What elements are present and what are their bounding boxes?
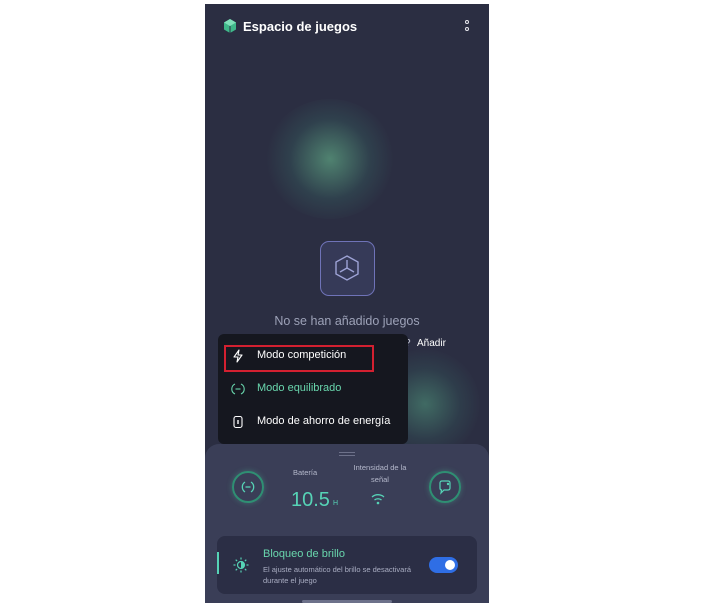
drag-handle[interactable] xyxy=(339,452,355,456)
game-cube-icon xyxy=(320,241,375,296)
brightness-lock-card: Bloqueo de brillo El ajuste automático d… xyxy=(217,536,477,594)
add-game-link[interactable]: Añadir xyxy=(417,338,446,349)
message-settings-button[interactable] xyxy=(429,471,461,503)
toggle-knob xyxy=(445,560,455,570)
more-vertical-icon xyxy=(465,27,469,31)
menu-item-label: Modo equilibrado xyxy=(257,382,342,394)
game-space-screen: Espacio de juegos No se han añadido jueg… xyxy=(205,4,489,603)
signal-label: Intensidad de la señal xyxy=(353,463,407,484)
battery-value: 10.5 xyxy=(291,489,330,511)
menu-item-balanced-mode[interactable]: Modo equilibrado xyxy=(218,373,408,406)
battery-label: Batería xyxy=(293,468,318,477)
balanced-mode-icon xyxy=(241,481,255,493)
page-title: Espacio de juegos xyxy=(243,19,358,34)
quick-panel: Batería 10.5 H Intensidad de la señal Bl… xyxy=(205,444,489,603)
game-space-logo-icon xyxy=(224,19,236,33)
navigation-bar[interactable] xyxy=(302,600,392,603)
brightness-lock-toggle[interactable] xyxy=(429,557,458,573)
empty-state-message: No se han añadido juegos xyxy=(274,314,420,328)
card-accent xyxy=(217,552,219,574)
battery-saver-icon xyxy=(233,415,243,429)
wifi-icon xyxy=(371,494,385,505)
brightness-icon xyxy=(233,557,249,573)
mode-menu: Modo competición Modo equilibrado Modo d… xyxy=(218,334,408,444)
menu-item-power-saving-mode[interactable]: Modo de ahorro de energía xyxy=(218,406,408,439)
highlight-annotation xyxy=(224,345,374,372)
balanced-mode-button[interactable] xyxy=(232,471,264,503)
balanced-icon xyxy=(231,383,245,395)
header: Espacio de juegos xyxy=(205,4,489,50)
brightness-lock-title: Bloqueo de brillo xyxy=(263,548,345,560)
menu-item-label: Modo de ahorro de energía xyxy=(257,415,391,427)
battery-unit: H xyxy=(333,500,339,507)
brightness-lock-description: El ajuste automático del brillo se desac… xyxy=(263,565,411,585)
menu-item-competition-mode[interactable]: Modo competición xyxy=(218,340,408,373)
message-settings-icon xyxy=(439,480,451,495)
more-options-button[interactable] xyxy=(460,18,474,36)
background-glow xyxy=(265,99,395,219)
more-vertical-icon xyxy=(465,20,469,24)
